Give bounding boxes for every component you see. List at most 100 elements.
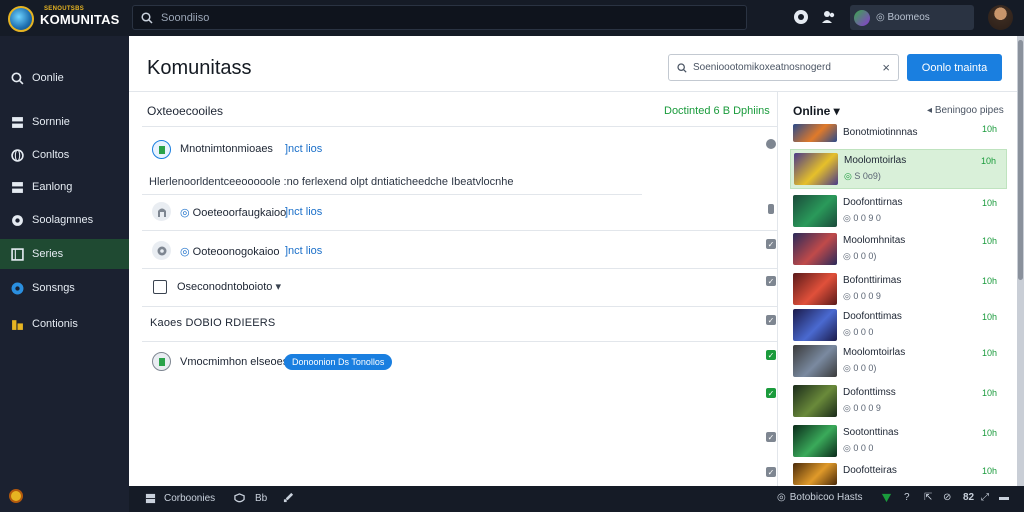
row-tag[interactable]: ]nct lios	[285, 245, 322, 257]
checked-checkbox[interactable]: ✓	[766, 350, 776, 360]
checked-checkbox[interactable]: ✓	[766, 467, 776, 477]
link-icon[interactable]: ⊘	[943, 492, 951, 503]
friend-thumbnail	[793, 463, 837, 485]
globe-logo-icon	[8, 6, 34, 32]
global-search-input[interactable]: Soondiiso	[132, 5, 747, 30]
online-dropdown[interactable]: Online ▾	[793, 104, 840, 118]
folder-icon	[10, 317, 24, 331]
divider	[142, 194, 642, 195]
notification-icon[interactable]	[9, 489, 23, 503]
friend-status: ◎ 0 0 0)	[843, 251, 877, 261]
row-title[interactable]: Vmocmimhon elseoes	[180, 356, 288, 368]
brand[interactable]: SENOUTSBS KOMUNITAS	[8, 6, 120, 32]
list-header: Oxteoecooiles	[147, 104, 224, 118]
filter-input[interactable]: Soenioootomikoxeatnosnogerd ×	[668, 54, 899, 81]
sidebar-item-5[interactable]: Series	[0, 239, 129, 269]
friend-thumbnail	[793, 309, 837, 341]
dropdown-select[interactable]: Oseconodntoboioto ▾	[177, 280, 281, 293]
primary-action-button[interactable]: Oonlo tnainta	[907, 54, 1002, 81]
friend-item[interactable]: Moolomtoirlas ◎ 0 0 0) 10h	[790, 342, 1007, 382]
sidebar-item-label: Contionis	[32, 318, 78, 330]
user-icon	[152, 202, 171, 221]
friend-time: 10h	[981, 428, 997, 438]
row-checkbox[interactable]	[153, 280, 167, 294]
close-icon[interactable]: ×	[882, 60, 890, 75]
shield-icon	[233, 492, 245, 504]
friend-status: ◎ 0 0 0	[843, 443, 874, 453]
user-status-pill[interactable]: ◎ Boomeos	[850, 5, 974, 30]
friend-name: Bonotmiotinnnas	[843, 127, 918, 138]
expand-icon[interactable]: ⤢	[981, 492, 989, 503]
divider	[142, 268, 777, 269]
document-icon	[152, 352, 171, 371]
help-icon[interactable]: ?	[904, 492, 910, 503]
user-avatar[interactable]	[988, 5, 1013, 30]
share-icon[interactable]: ⇱	[924, 492, 932, 503]
friend-name: Moolomtoirlas	[843, 347, 906, 358]
people-icon[interactable]	[820, 8, 838, 26]
sidebar-item-0[interactable]: Oonlie	[0, 63, 129, 93]
sidebar-item-label: Conltos	[32, 149, 70, 161]
settings-icon	[152, 241, 171, 260]
friend-name: Dofonttimss	[843, 387, 896, 398]
grid-icon	[10, 180, 24, 194]
friend-time: 10h	[981, 236, 997, 246]
friend-item[interactable]: Moolomhnitas ◎ 0 0 0) 10h	[790, 230, 1007, 270]
top-bar: SENOUTSBS KOMUNITAS Soondiiso ◎ Boomeos	[0, 0, 1024, 36]
divider	[142, 126, 777, 127]
list-count: Doctinted 6 B Dphiins	[664, 105, 770, 117]
friend-item[interactable]: Bofonttirimas ◎ 0 0 0 9 10h	[790, 270, 1007, 310]
panel-divider	[777, 92, 778, 486]
friend-time: 10h	[981, 312, 997, 322]
scrollbar-thumb[interactable]	[1018, 40, 1023, 280]
sidebar-item-2[interactable]: Conltos	[0, 140, 129, 170]
camera-icon[interactable]	[792, 8, 810, 26]
sidebar-item-4[interactable]: Soolagmnes	[0, 205, 129, 235]
search-icon	[677, 62, 687, 73]
status-badge[interactable]: Donoonion Ds Tonollos	[284, 354, 393, 370]
checked-checkbox[interactable]: ✓	[766, 388, 776, 398]
friend-time: 10h	[981, 124, 997, 134]
friend-time: 10h	[981, 276, 997, 286]
chat-icon[interactable]: ▬	[999, 492, 1009, 503]
row-title[interactable]: ◎ Ooeteoorfaugkaioo	[180, 206, 286, 219]
friend-thumbnail	[793, 124, 837, 142]
footer-item-left[interactable]: Corboonies	[144, 492, 215, 504]
checked-checkbox[interactable]: ✓	[766, 276, 776, 286]
section-label: Kaoes DOBIO RDIEERS	[150, 317, 276, 329]
checked-checkbox[interactable]: ✓	[766, 432, 776, 442]
shield-check-icon[interactable]	[881, 492, 892, 503]
status-avatar	[854, 9, 870, 26]
sidebar-item-3[interactable]: Eanlong	[0, 172, 129, 202]
sidebar-item-6[interactable]: Sonsngs	[0, 273, 129, 303]
sidebar-item-7[interactable]: Contionis	[0, 309, 129, 339]
friend-name: Moolomtoirlas	[844, 155, 907, 166]
brush-icon[interactable]	[283, 492, 294, 503]
checked-checkbox[interactable]: ✓	[766, 239, 776, 249]
document-icon	[152, 140, 171, 159]
row-tag[interactable]: ]nct lios	[285, 206, 322, 218]
sort-control[interactable]: ◂ Beningoo pipes	[927, 105, 1004, 116]
checked-checkbox[interactable]: ✓	[766, 315, 776, 325]
friend-time: 10h	[981, 198, 997, 208]
friend-status: ◎ 0 0 0 9	[843, 291, 881, 301]
sidebar-item-label: Sonsngs	[32, 282, 75, 294]
friend-item[interactable]: Bonotmiotinnnas 10h	[790, 124, 1007, 146]
row-title[interactable]: ◎ Ooteoonogokaioo	[180, 245, 280, 258]
friend-item[interactable]: Sootonttinas ◎ 0 0 0 10h	[790, 422, 1007, 462]
friend-name: Doofotteiras	[843, 465, 897, 476]
friend-name: Moolomhnitas	[843, 235, 906, 246]
friend-item[interactable]: Doofotteiras 10h	[790, 460, 1007, 486]
footer-status[interactable]: ◎ Botobicoo Hasts	[777, 492, 863, 503]
friend-thumbnail	[793, 273, 837, 305]
friend-time: 10h	[981, 348, 997, 358]
friend-item[interactable]: Doofonttirnas ◎ 0 0 9 0 10h	[790, 192, 1007, 232]
row-tag[interactable]: ]nct lios	[285, 143, 322, 155]
sidebar-item-1[interactable]: Sornnie	[0, 107, 129, 137]
footer-item-mid[interactable]: Bb	[233, 492, 267, 504]
friend-item[interactable]: Dofonttimss ◎ 0 0 0 9 10h	[790, 382, 1007, 422]
friend-item[interactable]: Doofonttimas ◎ 0 0 0 10h	[790, 306, 1007, 346]
row-title[interactable]: Mnotnimtonmioaes	[180, 143, 273, 155]
divider	[142, 230, 777, 231]
friend-item[interactable]: Moolomtoirlas ◎ S 0o9) 10h	[790, 149, 1007, 189]
